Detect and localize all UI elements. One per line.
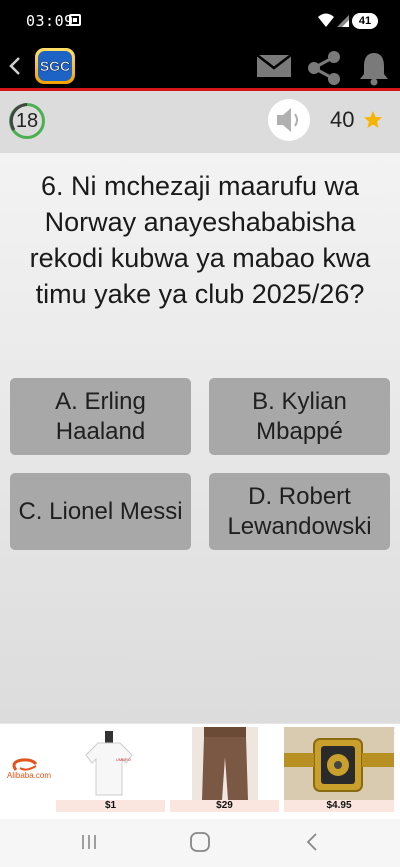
answer-label: C. Lionel Messi (18, 497, 183, 525)
share-icon[interactable] (305, 50, 343, 86)
answer-label: D. Robert Lewandowski (227, 482, 372, 540)
answer-label: B. Kylian Mbappé (252, 387, 347, 445)
app-bar: SGC (0, 44, 400, 91)
ad-product-tshirt-image[interactable]: UMBRO (78, 729, 140, 801)
svg-text:UMBRO: UMBRO (116, 757, 131, 762)
score-value: 40 (330, 107, 355, 132)
ad-product-trousers-image[interactable] (192, 727, 258, 800)
answer-option-c[interactable]: C. Lionel Messi (10, 473, 191, 550)
signal-icon (337, 15, 349, 27)
answer-option-a[interactable]: A. Erling Haaland (10, 378, 191, 455)
sound-button[interactable] (268, 99, 310, 141)
mail-icon[interactable] (256, 53, 292, 79)
ad-product-price: $4.95 (284, 800, 394, 812)
status-time: 03:09 (26, 12, 74, 30)
star-icon (364, 111, 382, 128)
answer-option-b[interactable]: B. Kylian Mbappé (209, 378, 390, 455)
answer-option-d[interactable]: D. Robert Lewandowski (209, 473, 390, 550)
back-icon[interactable] (305, 831, 319, 853)
answer-label: A. Erling Haaland (55, 387, 146, 445)
status-bar: 03:09 41 (0, 0, 400, 44)
question-text: 6. Ni mchezaji maarufu wa Norway anayesh… (29, 171, 371, 309)
back-arrow-icon[interactable] (6, 53, 24, 79)
recents-icon[interactable] (80, 833, 98, 851)
speaker-icon (277, 108, 298, 132)
ad-brand: Alibaba.com (7, 771, 52, 780)
sgc-logo[interactable]: SGC (34, 46, 76, 86)
ad-product-price: $1 (56, 800, 165, 812)
bell-icon[interactable] (358, 50, 390, 86)
home-icon[interactable] (189, 831, 211, 853)
ad-product-watch-image[interactable] (284, 727, 394, 811)
timer-value: 18 (15, 110, 39, 132)
screenshot-indicator-icon (69, 14, 81, 26)
logo-text: SGC (40, 58, 70, 74)
battery-indicator: 41 (352, 13, 378, 29)
wifi-icon (318, 13, 334, 27)
ad-product-price: $29 (170, 800, 279, 812)
